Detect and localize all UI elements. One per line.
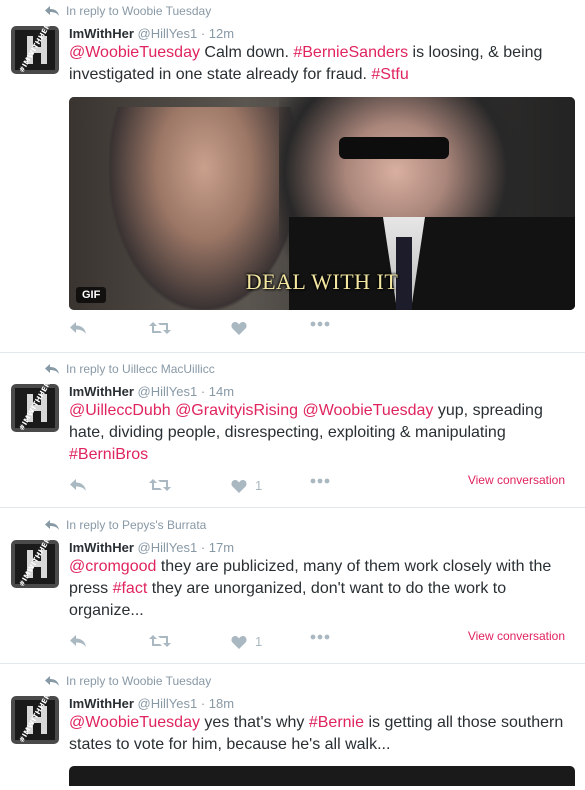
mention-link[interactable]: @WoobieTuesday: [302, 402, 433, 419]
display-name[interactable]: ImWithHer: [69, 696, 134, 711]
avatar[interactable]: #IMWITHHER: [11, 384, 59, 432]
avatar[interactable]: #IMWITHHER: [11, 540, 59, 588]
tweet-header: ImWithHer @HillYes1 · 14m: [69, 384, 234, 399]
reply-context-arrow-icon: [45, 6, 59, 16]
retweet-button[interactable]: [149, 634, 171, 648]
tweet-text-segment: Calm down.: [199, 44, 294, 61]
like-button[interactable]: [231, 321, 255, 335]
user-handle[interactable]: @HillYes1: [138, 696, 198, 711]
gif-badge: GIF: [76, 287, 107, 303]
hashtag-link[interactable]: #BernieSanders: [293, 44, 408, 61]
mention-link[interactable]: @GravityisRising: [175, 402, 298, 419]
tweet-text: @UilleccDubh @GravityisRising @WoobieTue…: [69, 400, 569, 466]
reply-context[interactable]: In reply to Woobie Tuesday: [44, 674, 211, 688]
reply-context-label: In reply to Pepys's Burrata: [66, 518, 207, 532]
mention-link[interactable]: @cromgood: [69, 558, 156, 575]
display-name[interactable]: ImWithHer: [69, 26, 134, 41]
reply-context-label: In reply to Woobie Tuesday: [66, 4, 212, 18]
separator-dot: ·: [200, 540, 206, 555]
timestamp[interactable]: 12m: [209, 26, 234, 41]
reply-context-arrow-icon: [45, 520, 59, 530]
media-preview[interactable]: [69, 766, 575, 786]
like-button[interactable]: 1: [231, 478, 262, 493]
tweet-actions: 1 View conversation: [69, 473, 575, 498]
reply-button[interactable]: [69, 634, 87, 648]
more-button[interactable]: [310, 478, 330, 484]
reply-icon: [70, 479, 86, 491]
user-handle[interactable]: @HillYes1: [138, 540, 198, 555]
hashtag-link[interactable]: #BerniBros: [69, 446, 148, 463]
view-conversation-link[interactable]: View conversation: [468, 629, 565, 643]
separator-dot: ·: [200, 26, 206, 41]
tweet[interactable]: In reply to Uillecc MacUillicc #IMWITHHE…: [0, 358, 585, 508]
more-icon: [310, 478, 330, 484]
reply-context-arrow-icon: [45, 676, 59, 686]
like-count: 1: [255, 634, 263, 649]
retweet-button[interactable]: [149, 321, 171, 335]
timestamp[interactable]: 18m: [209, 696, 234, 711]
display-name[interactable]: ImWithHer: [69, 384, 134, 399]
tweet-actions: [69, 321, 575, 341]
reply-icon: [70, 322, 86, 334]
tweet-text: @cromgood they are publicized, many of t…: [69, 556, 569, 622]
display-name[interactable]: ImWithHer: [69, 540, 134, 555]
mention-link[interactable]: @WoobieTuesday: [69, 714, 200, 731]
reply-context-label: In reply to Uillecc MacUillicc: [66, 362, 215, 376]
separator-dot: ·: [200, 384, 206, 399]
like-button[interactable]: 1: [231, 634, 262, 649]
reply-context[interactable]: In reply to Woobie Tuesday: [44, 4, 211, 18]
tweet[interactable]: In reply to Pepys's Burrata #IMWITHHER I…: [0, 514, 585, 664]
more-button[interactable]: [310, 321, 330, 327]
gif-caption: DEAL WITH IT: [245, 269, 399, 294]
more-button[interactable]: [310, 634, 330, 640]
tweet-actions: 1 View conversation: [69, 629, 575, 654]
more-icon: [310, 321, 330, 327]
tweet-header: ImWithHer @HillYes1 · 18m: [69, 696, 234, 711]
hashtag-link[interactable]: #fact: [113, 580, 148, 597]
view-conversation-link[interactable]: View conversation: [468, 473, 565, 487]
reply-context[interactable]: In reply to Pepys's Burrata: [44, 518, 206, 532]
hashtag-link[interactable]: #Stfu: [371, 66, 408, 83]
like-icon: [231, 635, 247, 649]
reply-button[interactable]: [69, 478, 87, 492]
like-count: 1: [255, 478, 263, 493]
like-icon: [231, 479, 247, 493]
tweet-text: @WoobieTuesday Calm down. #BernieSanders…: [69, 42, 569, 86]
separator-dot: ·: [200, 696, 206, 711]
retweet-button[interactable]: [149, 478, 171, 492]
reply-context-label: In reply to Woobie Tuesday: [66, 674, 212, 688]
retweet-icon: [149, 322, 171, 334]
tweet-header: ImWithHer @HillYes1 · 12m: [69, 26, 234, 41]
tweet-text-segment: yes that's why: [199, 714, 309, 731]
tweet-text: @WoobieTuesday yes that's why #Bernie is…: [69, 712, 569, 756]
avatar[interactable]: #IMWITHHER: [11, 26, 59, 74]
user-handle[interactable]: @HillYes1: [138, 26, 198, 41]
mention-link[interactable]: @WoobieTuesday: [69, 44, 200, 61]
gif-media[interactable]: DEAL WITH IT GIF: [69, 97, 575, 310]
reply-context-arrow-icon: [45, 364, 59, 374]
user-handle[interactable]: @HillYes1: [138, 384, 198, 399]
retweet-icon: [149, 479, 171, 491]
reply-button[interactable]: [69, 321, 87, 335]
timestamp[interactable]: 14m: [209, 384, 234, 399]
reply-icon: [70, 635, 86, 647]
reply-context[interactable]: In reply to Uillecc MacUillicc: [44, 362, 215, 376]
tweet[interactable]: In reply to Woobie Tuesday #IMWITHHER Im…: [0, 0, 585, 353]
avatar[interactable]: #IMWITHHER: [11, 696, 59, 744]
tweet-header: ImWithHer @HillYes1 · 17m: [69, 540, 234, 555]
timestamp[interactable]: 17m: [209, 540, 234, 555]
retweet-icon: [149, 635, 171, 647]
hashtag-link[interactable]: #Bernie: [309, 714, 364, 731]
like-icon: [231, 322, 247, 335]
more-icon: [310, 634, 330, 640]
mention-link[interactable]: @UilleccDubh: [69, 402, 171, 419]
